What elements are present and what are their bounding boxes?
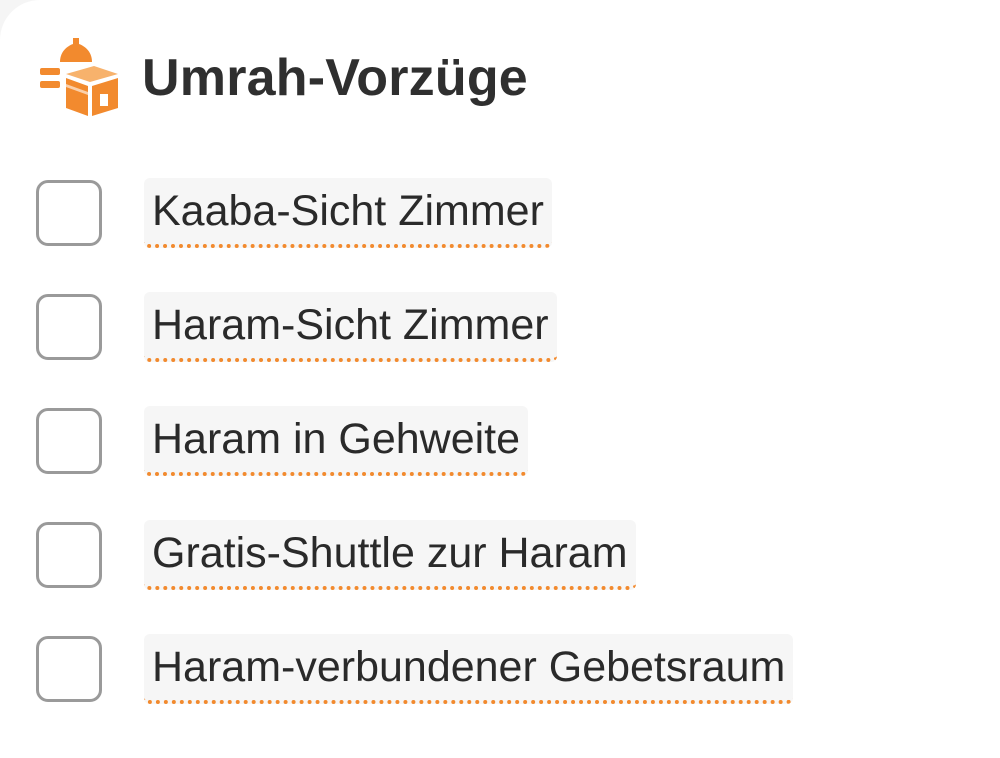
option-haram-walking-distance[interactable]: Haram in Gehweite xyxy=(36,400,976,514)
section-title: Umrah-Vorzüge xyxy=(142,49,528,107)
option-label[interactable]: Haram-verbundener Gebetsraum xyxy=(144,634,794,704)
option-label[interactable]: Gratis-Shuttle zur Haram xyxy=(144,520,636,590)
checkbox-haram-walking-distance[interactable] xyxy=(36,408,102,474)
checkbox-haram-view-room[interactable] xyxy=(36,294,102,360)
option-label[interactable]: Kaaba-Sicht Zimmer xyxy=(144,178,552,248)
checkbox-free-shuttle[interactable] xyxy=(36,522,102,588)
checkbox-kaaba-view-room[interactable] xyxy=(36,180,102,246)
umrah-preferences-panel: Umrah-Vorzüge Kaaba-Sicht Zimmer Haram-S… xyxy=(0,0,1000,758)
option-connected-prayer-room[interactable]: Haram-verbundener Gebetsraum xyxy=(36,628,976,742)
option-free-shuttle[interactable]: Gratis-Shuttle zur Haram xyxy=(36,514,976,628)
section-header: Umrah-Vorzüge xyxy=(38,38,528,118)
kaaba-icon xyxy=(40,38,118,116)
checkbox-connected-prayer-room[interactable] xyxy=(36,636,102,702)
preference-options-list: Kaaba-Sicht Zimmer Haram-Sicht Zimmer Ha… xyxy=(36,172,976,742)
option-kaaba-view-room[interactable]: Kaaba-Sicht Zimmer xyxy=(36,172,976,286)
option-haram-view-room[interactable]: Haram-Sicht Zimmer xyxy=(36,286,976,400)
option-label[interactable]: Haram in Gehweite xyxy=(144,406,529,476)
option-label[interactable]: Haram-Sicht Zimmer xyxy=(144,292,557,362)
